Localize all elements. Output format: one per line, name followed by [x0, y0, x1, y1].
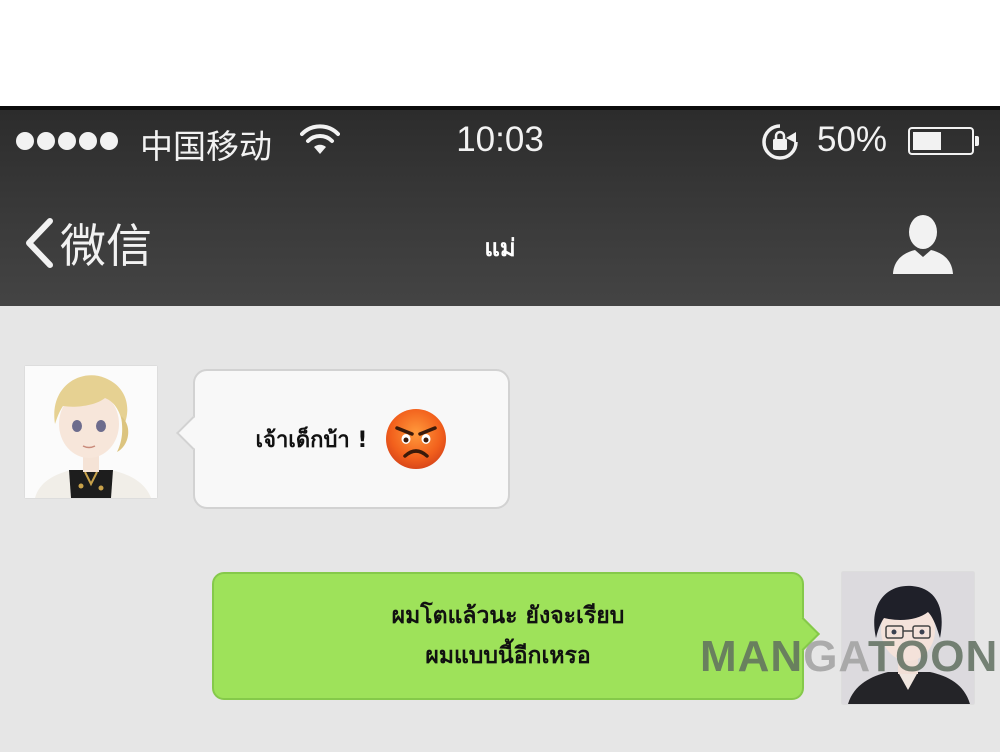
- mangatoon-watermark: MANGATOON: [700, 632, 998, 682]
- outgoing-message-line-1: ผมโตแล้วนะ ยังจะเรียบ: [391, 603, 625, 629]
- outgoing-message-line-2: ผมแบบนี้อีกเหรอ: [425, 643, 591, 669]
- angry-face-icon: [386, 409, 447, 469]
- contact-info-button[interactable]: [890, 210, 956, 280]
- rotation-lock-icon: [760, 122, 800, 166]
- watermark-part-3: TOON: [867, 632, 999, 681]
- phone-screen: 中国移动 10:03 50% 微信 แม่ เจ้าเด็กบ้า ! ผมโต…: [0, 106, 1000, 752]
- chat-area: เจ้าเด็กบ้า ! ผมโตแล้วนะ ยังจะเรียบ ผมแบ…: [0, 306, 1000, 752]
- incoming-message-bubble[interactable]: เจ้าเด็กบ้า !: [193, 369, 510, 509]
- battery-percentage: 50%: [817, 120, 888, 159]
- watermark-part-2: GA: [803, 632, 868, 681]
- chat-header: 中国移动 10:03 50% 微信 แม่: [0, 106, 1000, 306]
- mom-avatar[interactable]: [25, 366, 157, 498]
- status-bar: 中国移动 10:03 50%: [0, 110, 1000, 172]
- navigation-bar: 微信 แม่: [0, 172, 1000, 310]
- chat-title: แม่: [484, 234, 516, 262]
- watermark-part-1: MAN: [700, 632, 804, 681]
- battery-icon: [908, 127, 979, 155]
- top-blank-area: [0, 0, 1000, 106]
- person-icon: [893, 215, 953, 274]
- incoming-message-text: เจ้าเด็กบ้า !: [255, 427, 368, 453]
